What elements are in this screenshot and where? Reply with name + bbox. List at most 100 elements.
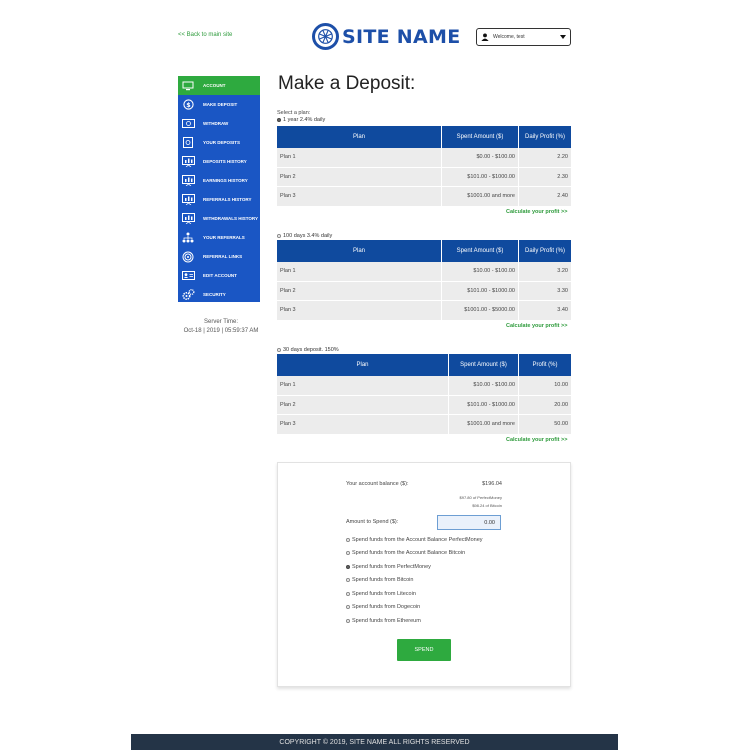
- profit-cell: 3.20: [557, 268, 568, 275]
- user-dropdown[interactable]: Welcome, test: [476, 28, 571, 46]
- payment-option-label: Spend funds from Bitcoin: [352, 577, 414, 583]
- chart-board-icon: [181, 175, 195, 187]
- table-row: Plan 2 $101.00 - $1000.00 20.00: [277, 395, 571, 415]
- column-header-plan: Plan: [277, 240, 442, 262]
- profit-cell: 2.30: [557, 173, 568, 180]
- amount-label: Amount to Spend ($):: [346, 519, 399, 525]
- table-header: Plan Spent Amount ($) Profit (%): [277, 354, 571, 376]
- plan-name-cell: Plan 3: [277, 301, 442, 320]
- sidebar-nav: Account $ Make Deposit Withdraw Your Dep…: [178, 76, 260, 302]
- sidebar-item-earnings-history[interactable]: Earnings History: [178, 171, 260, 190]
- payment-option[interactable]: Spend funds from PerfectMoney: [346, 564, 431, 570]
- balance-perfectmoney: $97.80 of PerfectMoney: [459, 495, 502, 500]
- plan-radio-label: 30 days deposit. 150%: [283, 347, 339, 353]
- spend-button[interactable]: SPEND: [397, 639, 451, 661]
- sidebar-item-label: Referral Links: [203, 254, 243, 259]
- plan-table-1-year: Plan Spent Amount ($) Daily Profit (%) P…: [277, 126, 571, 207]
- sidebar-item-account[interactable]: Account: [178, 76, 260, 95]
- radio-button[interactable]: [346, 605, 350, 609]
- plan-table-30-days: Plan Spent Amount ($) Profit (%) Plan 1 …: [277, 354, 571, 435]
- chart-board-icon: [181, 156, 195, 168]
- profit-cell: 10.00: [554, 382, 568, 389]
- sidebar-item-referral-links[interactable]: Referral Links: [178, 247, 260, 266]
- spent-amount-cell: $0.00 - $100.00: [442, 148, 519, 167]
- column-header-profit: Daily Profit (%): [524, 248, 565, 254]
- sidebar-item-label: Withdrawals History: [203, 216, 258, 221]
- table-row: Plan 1 $10.00 - $100.00 10.00: [277, 376, 571, 396]
- sidebar-item-label: Referrals History: [203, 197, 252, 202]
- payment-option-label: Spend funds from the Account Balance Bit…: [352, 550, 466, 556]
- user-dropdown-label: Welcome, test: [493, 34, 525, 40]
- column-header-spent-amount: Spent Amount ($): [442, 126, 519, 148]
- radio-button[interactable]: [346, 551, 350, 555]
- radio-button[interactable]: [277, 234, 281, 238]
- plan-radio-1-year[interactable]: 1 year 2.4% daily: [277, 117, 325, 123]
- profit-cell: 2.40: [557, 193, 568, 200]
- payment-option[interactable]: Spend funds from Dogecoin: [346, 604, 420, 610]
- plan-table-100-days: Plan Spent Amount ($) Daily Profit (%) P…: [277, 240, 571, 321]
- sidebar-item-label: Edit Account: [203, 273, 237, 278]
- sidebar-item-label: Your Referrals: [203, 235, 245, 240]
- sidebar-item-label: Withdraw: [203, 121, 229, 126]
- plan-name-cell: Plan 1: [277, 376, 449, 395]
- svg-text:$: $: [186, 101, 191, 109]
- calculate-profit-link[interactable]: Calculate your profit >>: [506, 437, 567, 443]
- sidebar-item-your-deposits[interactable]: Your Deposits: [178, 133, 260, 152]
- sidebar-item-label: Security: [203, 292, 226, 297]
- dollar-icon: $: [181, 99, 195, 111]
- table-row: Plan 2 $101.00 - $1000.00 2.30: [277, 167, 571, 187]
- payment-option[interactable]: Spend funds from the Account Balance Bit…: [346, 550, 465, 556]
- sidebar-item-make-deposit[interactable]: $ Make Deposit: [178, 95, 260, 114]
- balance-label: Your account balance ($):: [346, 481, 409, 487]
- table-header: Plan Spent Amount ($) Daily Profit (%): [277, 126, 571, 148]
- sidebar-item-referrals-history[interactable]: Referrals History: [178, 190, 260, 209]
- monitor-icon: [181, 80, 195, 92]
- spent-amount-cell: $1001.00 and more: [449, 415, 519, 434]
- payment-option[interactable]: Spend funds from Litecoin: [346, 591, 416, 597]
- plan-radio-30-days[interactable]: 30 days deposit. 150%: [277, 347, 339, 353]
- sidebar-item-your-referrals[interactable]: Your Referrals: [178, 228, 260, 247]
- select-plan-label: Select a plan:: [277, 110, 311, 116]
- profit-cell: 3.30: [557, 287, 568, 294]
- plan-name-cell: Plan 1: [277, 262, 442, 281]
- spent-amount-cell: $1001.00 and more: [442, 187, 519, 206]
- chart-board-icon: [181, 213, 195, 225]
- server-time: Server Time: Oct-18 | 2019 | 05:59:37 AM: [178, 318, 264, 335]
- radio-button[interactable]: [346, 592, 350, 596]
- plan-radio-100-days[interactable]: 100 days 3.4% daily: [277, 233, 332, 239]
- payment-option-label: Spend funds from Dogecoin: [352, 604, 421, 610]
- sidebar-item-deposits-history[interactable]: Deposits History: [178, 152, 260, 171]
- table-row: Plan 3 $1001.00 and more 2.40: [277, 187, 571, 207]
- caret-down-icon: [560, 35, 566, 39]
- calculate-profit-link[interactable]: Calculate your profit >>: [506, 209, 567, 215]
- sidebar-item-withdrawals-history[interactable]: Withdrawals History: [178, 209, 260, 228]
- payment-option[interactable]: Spend funds from Ethereum: [346, 618, 421, 624]
- table-header: Plan Spent Amount ($) Daily Profit (%): [277, 240, 571, 262]
- column-header-plan: Plan: [277, 126, 442, 148]
- radio-button-selected[interactable]: [277, 118, 281, 122]
- chart-board-icon: [181, 194, 195, 206]
- payment-option[interactable]: Spend funds from the Account Balance Per…: [346, 537, 483, 543]
- amount-input[interactable]: 0.00: [437, 515, 501, 530]
- spent-amount-cell: $1001.00 - $5000.00: [442, 301, 519, 320]
- target-icon: [181, 251, 195, 263]
- radio-button-selected[interactable]: [346, 565, 350, 569]
- sidebar-item-withdraw[interactable]: Withdraw: [178, 114, 260, 133]
- radio-button[interactable]: [346, 538, 350, 542]
- calculate-profit-link[interactable]: Calculate your profit >>: [506, 323, 567, 329]
- table-row: Plan 1 $10.00 - $100.00 3.20: [277, 262, 571, 282]
- profit-cell: 20.00: [554, 401, 568, 408]
- sidebar-item-security[interactable]: Security: [178, 285, 260, 304]
- site-logo[interactable]: SITE NAME: [312, 23, 461, 50]
- payment-option[interactable]: Spend funds from Bitcoin: [346, 577, 413, 583]
- sidebar-item-label: Make Deposit: [203, 102, 238, 107]
- payment-option-label: Spend funds from Litecoin: [352, 591, 416, 597]
- plan-radio-label: 100 days 3.4% daily: [283, 233, 333, 239]
- payment-option-label: Spend funds from the Account Balance Per…: [352, 537, 483, 543]
- back-to-main-site-link[interactable]: << Back to main site: [178, 32, 232, 38]
- radio-button[interactable]: [346, 578, 350, 582]
- sidebar-item-edit-account[interactable]: Edit Account: [178, 266, 260, 285]
- radio-button[interactable]: [277, 348, 281, 352]
- radio-button[interactable]: [346, 619, 350, 623]
- payment-option-label: Spend funds from PerfectMoney: [352, 564, 431, 570]
